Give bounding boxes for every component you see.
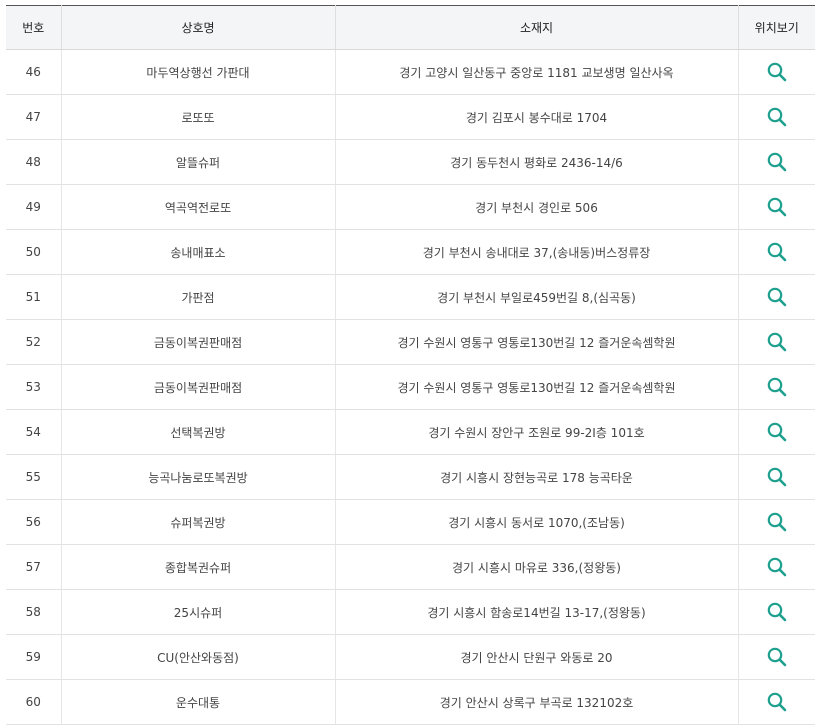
search-icon[interactable] [766, 466, 788, 488]
row-number: 49 [6, 184, 61, 230]
row-store-name: 운수대통 [60, 679, 335, 725]
row-address: 경기 부천시 부일로459번길 8,(심곡동) [334, 274, 738, 320]
row-number: 48 [6, 139, 61, 185]
search-icon[interactable] [766, 421, 788, 443]
table-row: 58 25시슈퍼 경기 시흥시 함송로14번길 13-17,(정왕동) [6, 589, 815, 635]
table-row: 48 알뜰슈퍼 경기 동두천시 평화로 2436-14/6 [6, 139, 815, 185]
search-icon[interactable] [766, 556, 788, 578]
row-view-location [737, 49, 815, 95]
row-view-location [737, 634, 815, 680]
row-store-name: 가판점 [60, 274, 335, 320]
row-address: 경기 시흥시 마유로 336,(정왕동) [334, 544, 738, 590]
row-view-location [737, 319, 815, 365]
table-row: 50 송내매표소 경기 부천시 송내대로 37,(송내동)버스정류장 [6, 229, 815, 275]
row-store-name: 역곡역전로또 [60, 184, 335, 230]
table-row: 60 운수대통 경기 안산시 상록구 부곡로 132102호 [6, 679, 815, 725]
search-icon[interactable] [766, 151, 788, 173]
row-number: 55 [6, 454, 61, 500]
row-address: 경기 김포시 봉수대로 1704 [334, 94, 738, 140]
row-number: 47 [6, 94, 61, 140]
search-icon[interactable] [766, 241, 788, 263]
row-number: 50 [6, 229, 61, 275]
table-row: 59 CU(안산와동점) 경기 안산시 단원구 와동로 20 [6, 634, 815, 680]
table-row: 49 역곡역전로또 경기 부천시 경인로 506 [6, 184, 815, 230]
row-store-name: 금동이복권판매점 [60, 364, 335, 410]
row-store-name: 선택복권방 [60, 409, 335, 455]
row-view-location [737, 229, 815, 275]
row-address: 경기 수원시 영통구 영통로130번길 12 즐거운속셈학원 [334, 319, 738, 365]
row-store-name: 능곡나눔로또복권방 [60, 454, 335, 500]
search-icon[interactable] [766, 601, 788, 623]
row-view-location [737, 409, 815, 455]
row-number: 60 [6, 679, 61, 725]
row-address: 경기 수원시 영통구 영통로130번길 12 즐거운속셈학원 [334, 364, 738, 410]
store-table: 번호 상호명 소재지 위치보기 46 마두역상행선 가판대 경기 고양시 일산동구 … [6, 5, 815, 725]
row-address: 경기 안산시 단원구 와동로 20 [334, 634, 738, 680]
search-icon[interactable] [766, 331, 788, 353]
row-store-name: 마두역상행선 가판대 [60, 49, 335, 95]
row-address: 경기 안산시 상록구 부곡로 132102호 [334, 679, 738, 725]
row-store-name: 로또또 [60, 94, 335, 140]
row-store-name: CU(안산와동점) [60, 634, 335, 680]
table-row: 55 능곡나눔로또복권방 경기 시흥시 장현능곡로 178 능곡타운 [6, 454, 815, 500]
table-row: 47 로또또 경기 김포시 봉수대로 1704 [6, 94, 815, 140]
row-number: 53 [6, 364, 61, 410]
table-row: 51 가판점 경기 부천시 부일로459번길 8,(심곡동) [6, 274, 815, 320]
table-header: 번호 상호명 소재지 위치보기 [6, 5, 815, 50]
row-address: 경기 부천시 경인로 506 [334, 184, 738, 230]
store-list-container: 번호 상호명 소재지 위치보기 46 마두역상행선 가판대 경기 고양시 일산동구 … [6, 5, 815, 725]
row-store-name: 알뜰슈퍼 [60, 139, 335, 185]
search-icon[interactable] [766, 286, 788, 308]
table-row: 56 슈퍼복권방 경기 시흥시 동서로 1070,(조남동) [6, 499, 815, 545]
header-store-name: 상호명 [60, 5, 335, 50]
row-number: 52 [6, 319, 61, 365]
table-row: 46 마두역상행선 가판대 경기 고양시 일산동구 중앙로 1181 교보생명 일산… [6, 49, 815, 95]
search-icon[interactable] [766, 61, 788, 83]
row-address: 경기 수원시 장안구 조원로 99-2I층 101호 [334, 409, 738, 455]
row-store-name: 종합복권슈퍼 [60, 544, 335, 590]
row-address: 경기 부천시 송내대로 37,(송내동)버스정류장 [334, 229, 738, 275]
row-view-location [737, 94, 815, 140]
header-number: 번호 [6, 5, 61, 50]
search-icon[interactable] [766, 196, 788, 218]
row-address: 경기 시흥시 함송로14번길 13-17,(정왕동) [334, 589, 738, 635]
row-store-name: 25시슈퍼 [60, 589, 335, 635]
row-view-location [737, 274, 815, 320]
table-row: 54 선택복권방 경기 수원시 장안구 조원로 99-2I층 101호 [6, 409, 815, 455]
search-icon[interactable] [766, 511, 788, 533]
row-view-location [737, 679, 815, 725]
row-number: 57 [6, 544, 61, 590]
header-view-location: 위치보기 [737, 5, 815, 50]
row-view-location [737, 544, 815, 590]
row-number: 51 [6, 274, 61, 320]
table-row: 52 금동이복권판매점 경기 수원시 영통구 영통로130번길 12 즐거운속셈학원 [6, 319, 815, 365]
search-icon[interactable] [766, 106, 788, 128]
table-row: 53 금동이복권판매점 경기 수원시 영통구 영통로130번길 12 즐거운속셈학원 [6, 364, 815, 410]
row-number: 54 [6, 409, 61, 455]
row-store-name: 금동이복권판매점 [60, 319, 335, 365]
row-address: 경기 시흥시 장현능곡로 178 능곡타운 [334, 454, 738, 500]
header-address: 소재지 [334, 5, 738, 50]
row-number: 59 [6, 634, 61, 680]
search-icon[interactable] [766, 691, 788, 713]
row-view-location [737, 139, 815, 185]
row-view-location [737, 364, 815, 410]
row-view-location [737, 454, 815, 500]
row-address: 경기 고양시 일산동구 중앙로 1181 교보생명 일산사옥 [334, 49, 738, 95]
search-icon[interactable] [766, 376, 788, 398]
table-body: 46 마두역상행선 가판대 경기 고양시 일산동구 중앙로 1181 교보생명 일산… [6, 49, 815, 725]
row-store-name: 슈퍼복권방 [60, 499, 335, 545]
row-store-name: 송내매표소 [60, 229, 335, 275]
row-address: 경기 동두천시 평화로 2436-14/6 [334, 139, 738, 185]
table-row: 57 종합복권슈퍼 경기 시흥시 마유로 336,(정왕동) [6, 544, 815, 590]
row-number: 58 [6, 589, 61, 635]
row-number: 56 [6, 499, 61, 545]
header-row: 번호 상호명 소재지 위치보기 [6, 5, 815, 50]
row-view-location [737, 589, 815, 635]
row-view-location [737, 184, 815, 230]
row-number: 46 [6, 49, 61, 95]
search-icon[interactable] [766, 646, 788, 668]
row-address: 경기 시흥시 동서로 1070,(조남동) [334, 499, 738, 545]
row-view-location [737, 499, 815, 545]
